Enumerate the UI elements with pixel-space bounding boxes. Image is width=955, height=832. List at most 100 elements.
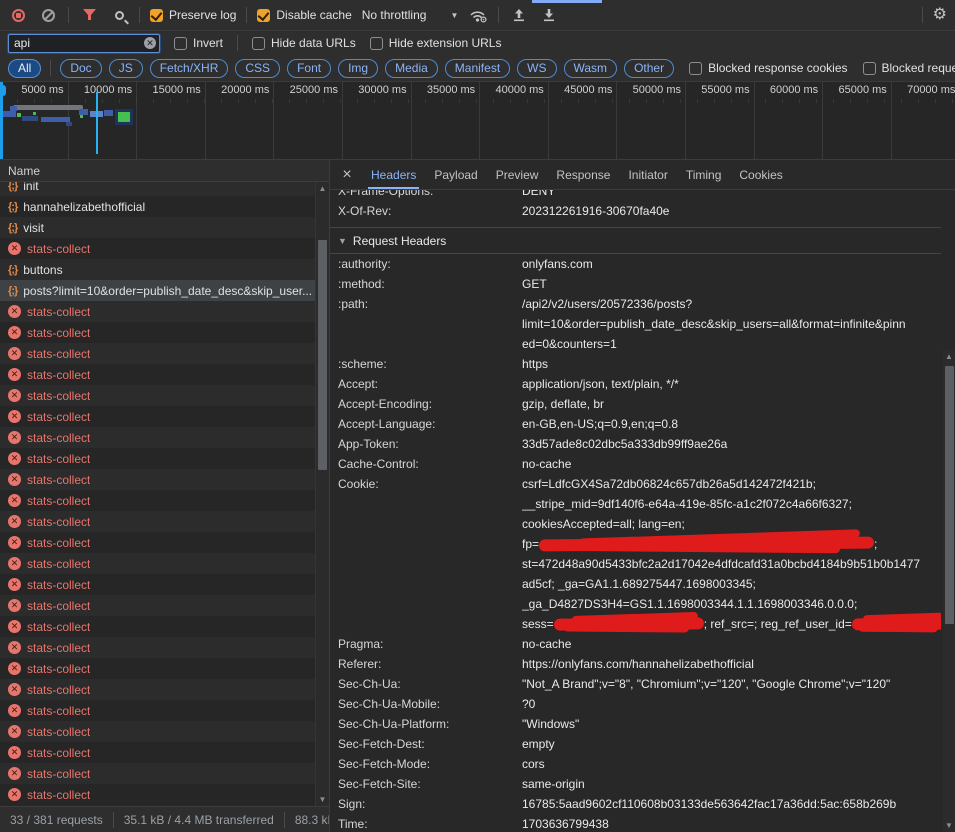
toolbar-divider xyxy=(246,7,247,23)
request-row[interactable]: ✕stats-collect xyxy=(0,574,315,595)
request-row[interactable]: ✕stats-collect xyxy=(0,490,315,511)
request-list-scrollbar[interactable]: ▲ ▼ xyxy=(315,182,329,806)
timeline-gridline: 30000 ms xyxy=(343,82,412,159)
request-row[interactable]: ✕stats-collect xyxy=(0,616,315,637)
invert-checkbox[interactable]: Invert xyxy=(174,36,223,50)
name-column-header[interactable]: Name xyxy=(0,160,329,182)
request-row[interactable]: ✕stats-collect xyxy=(0,595,315,616)
timeline-tick-label: 60000 ms xyxy=(770,84,818,96)
request-row[interactable]: ✕stats-collect xyxy=(0,406,315,427)
type-filter-pill-manifest[interactable]: Manifest xyxy=(445,59,510,78)
type-filter-pill-all[interactable]: All xyxy=(8,59,41,78)
tab-headers[interactable]: Headers xyxy=(362,160,425,189)
network-conditions-button[interactable] xyxy=(468,5,488,25)
blocked-response-cookies-checkbox[interactable]: Blocked response cookies xyxy=(689,61,847,75)
request-row[interactable]: ✕stats-collect xyxy=(0,364,315,385)
request-row[interactable]: ✕stats-collect xyxy=(0,532,315,553)
request-name: stats-collect xyxy=(27,599,90,613)
json-file-icon: {;} xyxy=(8,222,17,234)
type-filter-pill-css[interactable]: CSS xyxy=(235,59,280,78)
checkbox-checked-icon xyxy=(257,9,270,22)
header-key: :authority: xyxy=(330,254,522,274)
error-icon: ✕ xyxy=(8,431,21,444)
type-filter-pill-doc[interactable]: Doc xyxy=(60,59,101,78)
request-row[interactable]: ✕stats-collect xyxy=(0,784,315,805)
scrollbar-thumb[interactable] xyxy=(318,240,327,470)
clear-button[interactable] xyxy=(38,5,58,25)
type-filter-pill-font[interactable]: Font xyxy=(287,59,331,78)
request-name: stats-collect xyxy=(27,767,90,781)
header-row: Cookie:csrf=LdfcGX4Sa72db06824c657db26a5… xyxy=(330,474,941,634)
request-row[interactable]: ✕stats-collect xyxy=(0,721,315,742)
header-key: :scheme: xyxy=(330,354,522,374)
request-row[interactable]: ✕stats-collect xyxy=(0,637,315,658)
request-row[interactable]: ✕stats-collect xyxy=(0,700,315,721)
overview-request-bar xyxy=(17,113,21,117)
tab-preview[interactable]: Preview xyxy=(487,160,548,189)
filter-toggle-button[interactable] xyxy=(79,5,99,25)
throttling-dropdown[interactable]: No throttling ▼ xyxy=(362,8,459,22)
tab-cookies[interactable]: Cookies xyxy=(730,160,791,189)
hide-extension-urls-checkbox[interactable]: Hide extension URLs xyxy=(370,36,502,50)
tab-initiator[interactable]: Initiator xyxy=(619,160,676,189)
clear-filter-icon[interactable]: ✕ xyxy=(144,37,156,49)
request-row[interactable]: ✕stats-collect xyxy=(0,679,315,700)
request-row[interactable]: ✕stats-collect xyxy=(0,658,315,679)
type-filter-pill-ws[interactable]: WS xyxy=(517,59,556,78)
import-har-button[interactable] xyxy=(509,5,529,25)
selection-handle[interactable] xyxy=(0,85,6,96)
request-row[interactable]: {;}buttons xyxy=(0,259,315,280)
request-row[interactable]: ✕stats-collect xyxy=(0,763,315,784)
settings-gear-icon[interactable]: ⚙ xyxy=(933,7,947,23)
type-filter-pill-media[interactable]: Media xyxy=(385,59,438,78)
type-filter-pill-other[interactable]: Other xyxy=(624,59,674,78)
scroll-down-icon[interactable]: ▼ xyxy=(943,821,955,830)
scroll-up-icon[interactable]: ▲ xyxy=(943,352,955,361)
export-har-button[interactable] xyxy=(539,5,559,25)
tab-payload[interactable]: Payload xyxy=(425,160,486,189)
search-button[interactable] xyxy=(109,5,129,25)
request-row[interactable]: {;}init xyxy=(0,182,315,196)
tab-response[interactable]: Response xyxy=(547,160,619,189)
request-row[interactable]: ✕stats-collect xyxy=(0,469,315,490)
hide-data-urls-checkbox[interactable]: Hide data URLs xyxy=(252,36,356,50)
scrollbar-thumb[interactable] xyxy=(945,366,954,624)
error-icon: ✕ xyxy=(8,410,21,423)
type-filter-pill-js[interactable]: JS xyxy=(109,59,143,78)
type-filter-pill-wasm[interactable]: Wasm xyxy=(564,59,618,78)
preserve-log-checkbox[interactable]: Preserve log xyxy=(150,8,236,22)
request-row[interactable]: {;}hannahelizabethofficial xyxy=(0,196,315,217)
request-headers-section-toggle[interactable]: ▼ Request Headers xyxy=(330,228,941,254)
request-row[interactable]: {;}posts?limit=10&order=publish_date_des… xyxy=(0,280,315,301)
details-scrollbar[interactable]: ▲ ▼ xyxy=(943,350,955,832)
filter-input[interactable] xyxy=(8,34,160,53)
request-row[interactable]: ✕stats-collect xyxy=(0,385,315,406)
tab-timing[interactable]: Timing xyxy=(677,160,731,189)
request-row[interactable]: ✕stats-collect xyxy=(0,322,315,343)
request-row[interactable]: ✕stats-collect xyxy=(0,238,315,259)
request-row[interactable]: ✕stats-collect xyxy=(0,511,315,532)
error-icon: ✕ xyxy=(8,389,21,402)
blocked-requests-checkbox[interactable]: Blocked requests xyxy=(863,61,955,75)
header-value: /api2/v2/users/20572336/posts?limit=10&o… xyxy=(522,294,941,354)
scroll-down-icon[interactable]: ▼ xyxy=(316,795,329,804)
request-name: stats-collect xyxy=(27,347,90,361)
record-button[interactable] xyxy=(8,5,28,25)
scroll-up-icon[interactable]: ▲ xyxy=(316,184,329,193)
request-row[interactable]: ✕stats-collect xyxy=(0,553,315,574)
type-filter-pill-fetch-xhr[interactable]: Fetch/XHR xyxy=(150,59,229,78)
header-key: Accept: xyxy=(330,374,522,394)
disable-cache-checkbox[interactable]: Disable cache xyxy=(257,8,351,22)
request-row[interactable]: ✕stats-collect xyxy=(0,742,315,763)
request-row[interactable]: ✕stats-collect xyxy=(0,301,315,322)
overview-request-bar xyxy=(66,122,72,126)
request-row[interactable]: ✕stats-collect xyxy=(0,448,315,469)
header-key: X-Frame-Options: xyxy=(330,190,522,201)
request-row[interactable]: ✕stats-collect xyxy=(0,343,315,364)
request-row[interactable]: {;}visit xyxy=(0,217,315,238)
request-list-panel: Name {;}init{;}hannahelizabethofficial{;… xyxy=(0,160,330,832)
close-details-button[interactable]: × xyxy=(336,166,358,184)
network-overview-timeline[interactable]: 5000 ms10000 ms15000 ms20000 ms25000 ms3… xyxy=(0,82,955,160)
type-filter-pill-img[interactable]: Img xyxy=(338,59,378,78)
request-row[interactable]: ✕stats-collect xyxy=(0,427,315,448)
